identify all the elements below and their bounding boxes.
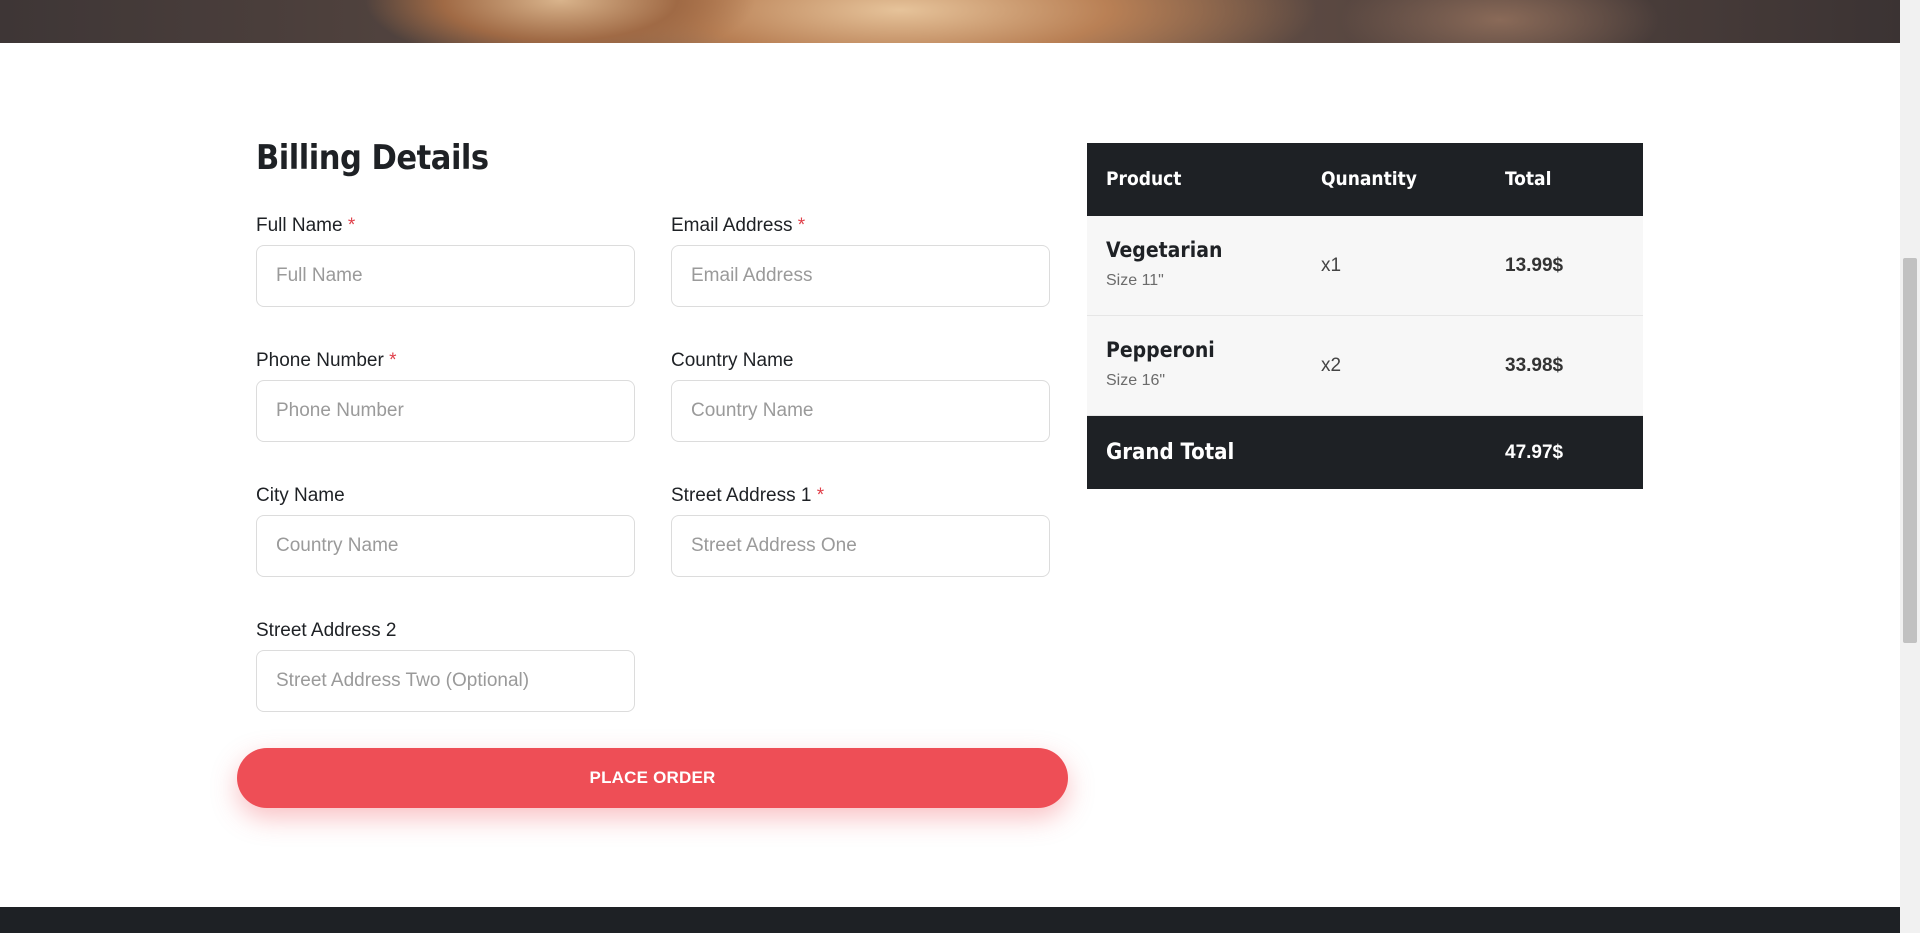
phone-label-text: Phone Number [256, 350, 384, 371]
required-marker: * [347, 215, 356, 236]
header-product: Product [1106, 168, 1182, 190]
country-label: Country Name [671, 350, 794, 371]
scrollbar-thumb[interactable] [1903, 258, 1917, 643]
order-table-header: Product Qunantity Total [1087, 143, 1643, 216]
product-total: 13.99$ [1505, 255, 1564, 276]
product-name: Vegetarian [1106, 238, 1223, 262]
email-field: Email Address * [671, 214, 1050, 307]
full-name-label-text: Full Name [256, 215, 343, 236]
grand-total-label: Grand Total [1106, 440, 1235, 465]
required-marker: * [797, 215, 806, 236]
country-input[interactable] [671, 380, 1050, 442]
full-name-label: Full Name * [256, 214, 635, 238]
email-input[interactable] [671, 245, 1050, 307]
full-name-input[interactable] [256, 245, 635, 307]
page-scrollbar[interactable] [1900, 0, 1920, 933]
city-label: City Name [256, 485, 345, 506]
country-field: Country Name [671, 349, 1050, 442]
street-address-1-input[interactable] [671, 515, 1050, 577]
street-address-1-label-text: Street Address 1 [671, 485, 812, 506]
street-address-2-field: Street Address 2 [256, 619, 635, 712]
product-total: 33.98$ [1505, 355, 1564, 376]
header-quantity: Qunantity [1321, 168, 1417, 190]
phone-field: Phone Number * [256, 349, 635, 442]
hero-image-strip [0, 0, 1900, 43]
product-name: Pepperoni [1106, 338, 1215, 362]
city-input[interactable] [256, 515, 635, 577]
phone-label: Phone Number * [256, 349, 635, 373]
billing-title: Billing Details [256, 138, 489, 178]
order-summary-table: Product Qunantity Total Vegetarian Size … [1087, 143, 1643, 489]
product-quantity: x2 [1321, 355, 1342, 376]
street-address-1-label: Street Address 1 * [671, 484, 1050, 508]
grand-total-row: Grand Total 47.97$ [1087, 416, 1643, 489]
city-field: City Name [256, 484, 635, 577]
product-quantity: x1 [1321, 255, 1342, 276]
footer [0, 907, 1900, 933]
street-address-1-field: Street Address 1 * [671, 484, 1050, 577]
required-marker: * [389, 350, 397, 371]
email-label: Email Address * [671, 214, 1050, 238]
header-total: Total [1505, 168, 1552, 190]
street-address-2-label: Street Address 2 [256, 620, 397, 641]
street-address-2-input[interactable] [256, 650, 635, 712]
product-size: Size 11" [1106, 272, 1164, 289]
full-name-field: Full Name * [256, 214, 635, 307]
grand-total-value: 47.97$ [1505, 442, 1564, 463]
order-row: Vegetarian Size 11" x1 13.99$ [1087, 216, 1643, 316]
product-size: Size 16" [1106, 372, 1166, 389]
email-label-text: Email Address [671, 215, 793, 236]
phone-input[interactable] [256, 380, 635, 442]
order-row: Pepperoni Size 16" x2 33.98$ [1087, 316, 1643, 416]
required-marker: * [816, 485, 825, 506]
place-order-button[interactable]: PLACE ORDER [237, 748, 1068, 808]
